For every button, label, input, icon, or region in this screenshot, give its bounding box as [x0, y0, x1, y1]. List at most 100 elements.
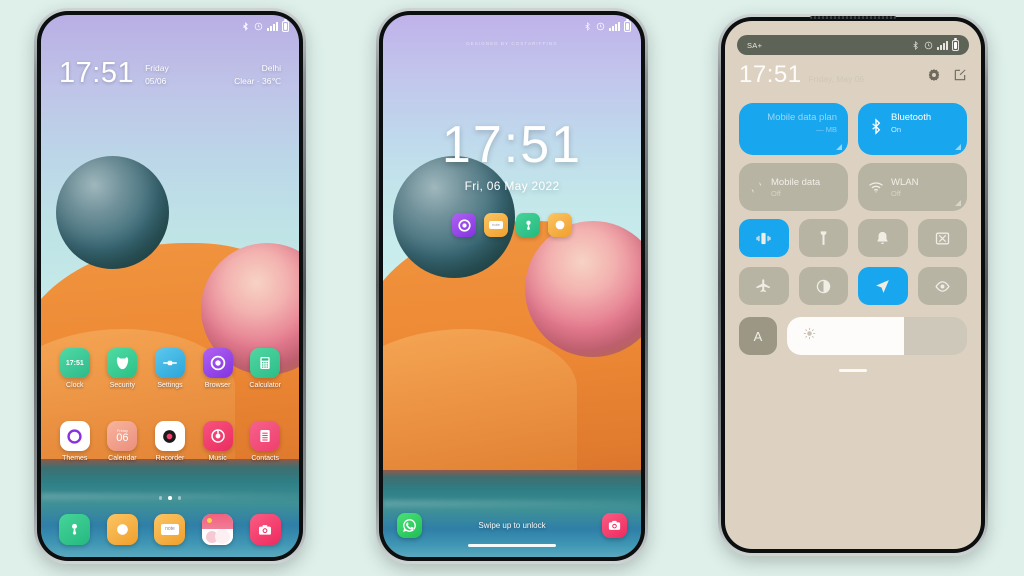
page-indicator[interactable] [41, 496, 299, 500]
expand-corner-icon[interactable] [955, 144, 961, 150]
toggle-flashlight[interactable] [798, 219, 848, 257]
app-label: Browser [204, 382, 231, 389]
cc-clock-date: Friday, May 06 [808, 74, 865, 84]
tile-bluetooth[interactable]: Bluetooth On [858, 103, 967, 155]
calculator-icon [250, 348, 281, 378]
home-screen[interactable]: 17:51 Friday 05/06 Delhi Clear · 36℃ 17:… [41, 15, 299, 557]
themes-icon [59, 421, 90, 451]
browser-icon[interactable] [452, 213, 476, 237]
tile-title: Bluetooth [891, 112, 932, 123]
status-bar: SA+ [737, 35, 969, 55]
lock-shortcuts: note [383, 213, 641, 237]
app-browser[interactable]: Browser [194, 348, 242, 389]
expand-corner-icon[interactable] [955, 200, 961, 206]
phone-bezel: DESIGNED BY CGSTARIFFING 17:51 Fri, 06 M… [379, 11, 645, 561]
tile-subtitle: On [891, 125, 902, 134]
control-center-screen[interactable]: SA+ 17:51 Friday, May 06 Mobile data pla… [725, 21, 981, 549]
home-clock-widget[interactable]: 17:51 Friday 05/06 Delhi Clear · 36℃ [41, 59, 299, 88]
lock-screen[interactable]: DESIGNED BY CGSTARIFFING 17:51 Fri, 06 M… [383, 15, 641, 557]
carrier-label: SA+ [747, 40, 763, 50]
mobile-data-icon [751, 181, 762, 193]
home-clock-time: 17:51 [59, 57, 135, 89]
edit-icon[interactable] [953, 68, 967, 82]
battery-icon [624, 19, 631, 32]
app-security[interactable]: Security [99, 348, 147, 389]
tile-subtitle: Off [891, 188, 901, 198]
gear-icon[interactable] [927, 68, 941, 82]
panel-drag-handle[interactable] [839, 369, 867, 372]
phone-bezel: SA+ 17:51 Friday, May 06 Mobile data pla… [721, 17, 985, 553]
wallpaper-watermark: DESIGNED BY CGSTARIFFING [466, 41, 558, 46]
app-row-1: 17:51 Clock Security Settings Browser Ca… [41, 348, 299, 389]
expand-corner-icon[interactable] [836, 144, 842, 150]
calendar-icon-day: 06 [116, 432, 129, 444]
camera-icon[interactable] [602, 513, 627, 538]
calendar-icon-weekday: Friday [116, 428, 128, 433]
notes-icon[interactable]: note [484, 213, 508, 237]
app-settings[interactable]: Settings [146, 348, 194, 389]
status-bar [383, 15, 641, 37]
notes-icon-text: note [161, 524, 179, 535]
phone-bezel: 17:51 Friday 05/06 Delhi Clear · 36℃ 17:… [37, 11, 303, 561]
brightness-slider[interactable] [787, 317, 967, 355]
notes-icon: note [154, 514, 186, 545]
dock-app-messages[interactable] [99, 514, 147, 545]
cc-header-icons [927, 68, 967, 82]
gallery-icon [202, 514, 234, 545]
wallpaper-dune-secondary [383, 329, 577, 492]
wallpaper [383, 15, 641, 557]
toggle-reading-mode[interactable] [917, 267, 967, 305]
app-calculator[interactable]: Calculator [241, 348, 289, 389]
music-icon [202, 421, 233, 451]
signal-icon [609, 21, 620, 31]
page-dot[interactable] [177, 496, 182, 500]
lock-screen-phone: DESIGNED BY CGSTARIFFING 17:51 Fri, 06 M… [376, 8, 648, 564]
toggle-dark-mode[interactable] [798, 267, 848, 305]
toggle-notifications[interactable] [858, 219, 908, 257]
messages-icon[interactable] [548, 213, 572, 237]
brightness-icon [803, 327, 816, 345]
bluetooth-icon [585, 21, 590, 31]
dock-app-gallery[interactable] [194, 514, 242, 545]
tile-subtitle: — MB [816, 125, 837, 134]
toggle-screenshot[interactable] [917, 219, 967, 257]
app-music[interactable]: Music [194, 421, 242, 462]
tile-wlan[interactable]: WLAN Off [858, 163, 967, 211]
weather-condition: Clear · 36℃ [234, 75, 281, 86]
tile-text: WLAN Off [891, 177, 918, 198]
app-recorder[interactable]: Recorder [146, 421, 194, 462]
page-dot[interactable] [158, 496, 163, 500]
dock-app-mi-remote[interactable] [51, 514, 99, 545]
home-clock-date-column: Friday 05/06 [145, 59, 169, 88]
app-contacts[interactable]: Contacts [241, 421, 289, 462]
app-label: Recorder [155, 455, 185, 462]
page-dot-active[interactable] [168, 496, 172, 500]
cc-toggle-row-1 [739, 219, 967, 257]
home-indicator[interactable] [468, 544, 556, 547]
unlock-hint: Swipe up to unlock [478, 521, 546, 530]
toggle-airplane-mode[interactable] [739, 267, 789, 305]
flashlight-icon [820, 230, 827, 245]
wallpaper-sphere-blue [56, 155, 170, 269]
signal-icon [937, 40, 948, 50]
dock-app-notes[interactable]: note [146, 514, 194, 545]
dock: note [41, 514, 299, 545]
app-clock[interactable]: 17:51 Clock [51, 348, 99, 389]
toggle-vibrate[interactable] [739, 219, 789, 257]
lock-clock-widget: 17:51 Fri, 06 May 2022 [383, 119, 641, 193]
toggle-location[interactable] [858, 267, 908, 305]
dock-app-camera[interactable] [241, 514, 289, 545]
bell-icon [877, 231, 888, 244]
app-label: Security [109, 382, 136, 389]
alarm-icon [254, 22, 263, 30]
tile-title: Mobile data plan [767, 112, 837, 123]
home-weather-widget[interactable]: Delhi Clear · 36℃ [234, 59, 281, 88]
auto-brightness-button[interactable]: A [739, 317, 777, 355]
tile-mobile-data[interactable]: Mobile data Off [739, 163, 848, 211]
remote-icon[interactable] [516, 213, 540, 237]
tile-mobile-data-plan[interactable]: Mobile data plan — MB [739, 103, 848, 155]
whatsapp-icon[interactable] [397, 513, 422, 538]
app-calendar[interactable]: Friday 06 Calendar [99, 421, 147, 462]
app-themes[interactable]: Themes [51, 421, 99, 462]
weather-city: Delhi [261, 63, 281, 73]
